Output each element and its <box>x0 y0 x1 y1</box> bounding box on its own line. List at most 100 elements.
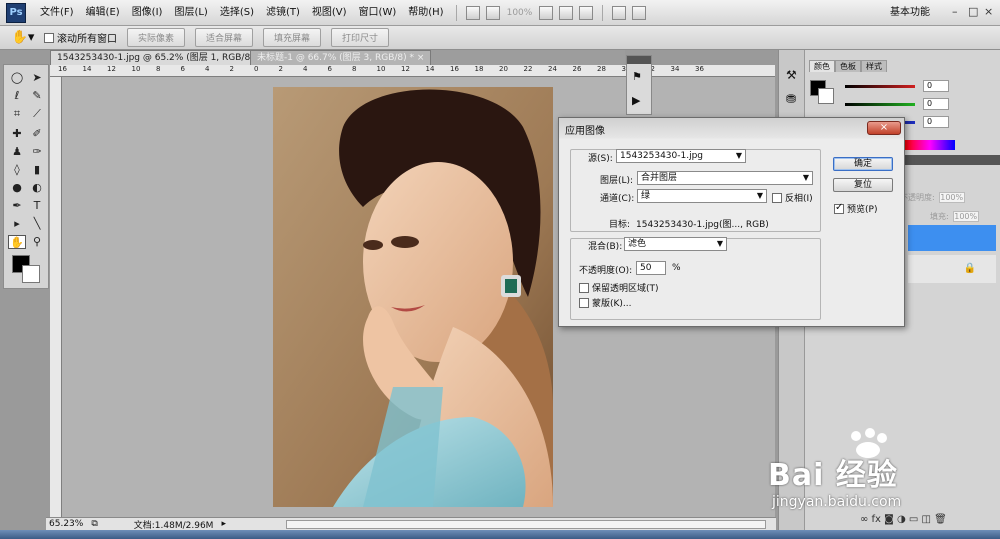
blue-value-field[interactable]: 0 <box>923 116 949 128</box>
horizontal-scrollbar[interactable] <box>286 520 766 529</box>
fill-screen-button[interactable]: 填充屏幕 <box>263 28 322 47</box>
source-select[interactable]: 1543253430-1.jpg ▼ <box>616 149 746 163</box>
actual-pixels-button[interactable]: 实际像素 <box>127 28 186 47</box>
horizontal-ruler[interactable]: 1614121086420246810121416182022242628303… <box>50 65 775 77</box>
screen-mode-icon[interactable] <box>632 5 647 20</box>
document-tab-untitled-1[interactable]: 未标题-1 @ 66.7% (图层 3, RGB/8) * × <box>250 50 432 65</box>
channel-select[interactable]: 绿 ▼ <box>637 189 767 203</box>
zoom-level-readout[interactable]: 100% <box>507 8 533 18</box>
red-track[interactable] <box>845 85 915 88</box>
clone-stamp-tool-icon[interactable]: ♟ <box>8 145 26 159</box>
mask-checkbox[interactable]: 蒙版(K)... <box>579 296 632 309</box>
history-panel-icon[interactable]: ⚑ <box>632 70 642 83</box>
fit-screen-button[interactable]: 适合屏幕 <box>195 28 254 47</box>
zoom-icon[interactable] <box>559 5 574 20</box>
document-tab-label: 1543253430-1.jpg @ 65.2% (图层 1, RGB/8#) … <box>57 53 269 63</box>
crop-tool-icon[interactable]: ⌗ <box>8 107 26 121</box>
blur-tool-icon[interactable]: ● <box>8 181 26 195</box>
ruler-number: 4 <box>303 65 308 73</box>
reset-button[interactable]: 复位 <box>833 178 893 192</box>
panel-header[interactable] <box>627 56 651 64</box>
gradient-tool-icon[interactable]: ▮ <box>28 163 46 177</box>
rotate-view-icon[interactable] <box>579 5 594 20</box>
menu-select[interactable]: 选择(S) <box>214 0 260 26</box>
checkbox-icon[interactable] <box>579 282 589 293</box>
eraser-tool-icon[interactable]: ◊ <box>8 163 26 177</box>
path-select-tool-icon[interactable]: ▸ <box>8 217 26 231</box>
tool-presets-icon[interactable]: ⚒ <box>786 68 797 82</box>
close-icon[interactable]: × <box>984 5 993 18</box>
dialog-close-button[interactable]: × <box>867 121 901 135</box>
eyedropper-tool-icon[interactable]: ⟋ <box>28 107 46 121</box>
checkbox-icon[interactable] <box>772 192 782 203</box>
hand-tool-icon[interactable]: ✋ <box>8 235 26 249</box>
background-color-swatch[interactable] <box>22 265 40 283</box>
brush-tool-icon[interactable]: ✐ <box>28 127 46 141</box>
opacity-input[interactable]: 50 <box>636 261 666 275</box>
chevron-down-icon: ▼ <box>735 151 742 160</box>
menu-window[interactable]: 窗口(W) <box>353 0 403 26</box>
type-tool-icon[interactable]: T <box>28 199 46 213</box>
status-arrow-icon[interactable]: ▸ <box>221 519 226 529</box>
actions-panel-icon[interactable]: ▶ <box>632 94 640 107</box>
dodge-tool-icon[interactable]: ◐ <box>28 181 46 195</box>
menu-layer[interactable]: 图层(L) <box>168 0 213 26</box>
hand-icon[interactable] <box>539 5 554 20</box>
preview-checkbox[interactable]: 预览(P) <box>834 202 877 215</box>
history-brush-tool-icon[interactable]: ✑ <box>28 145 46 159</box>
green-track[interactable] <box>845 103 915 106</box>
color-spectrum-bar[interactable] <box>905 140 955 150</box>
red-value-field[interactable]: 0 <box>923 80 949 92</box>
menu-view[interactable]: 视图(V) <box>306 0 353 26</box>
line-tool-icon[interactable]: ╲ <box>28 217 46 231</box>
checkbox-icon[interactable] <box>44 32 54 43</box>
document-tab-label: 未标题-1 @ 66.7% (图层 3, RGB/8) * <box>257 53 414 63</box>
red-slider[interactable]: 0 <box>835 80 995 94</box>
checkbox-icon[interactable] <box>834 202 844 214</box>
vertical-ruler[interactable] <box>50 77 62 517</box>
layer-row-selected[interactable] <box>908 225 996 251</box>
zoom-percentage[interactable]: 65.23% <box>49 519 83 529</box>
maximize-icon[interactable]: □ <box>968 5 978 18</box>
tab-styles[interactable]: 样式 <box>861 60 887 72</box>
invert-checkbox[interactable]: 反相(I) <box>772 191 813 204</box>
blending-select[interactable]: 滤色 ▼ <box>624 237 727 251</box>
healing-brush-tool-icon[interactable]: ✚ <box>8 127 26 141</box>
zoom-tool-icon[interactable]: ⚲ <box>28 235 46 249</box>
print-size-button[interactable]: 打印尺寸 <box>331 28 390 47</box>
menu-edit[interactable]: 编辑(E) <box>80 0 126 26</box>
clone-source-icon[interactable]: ⛃ <box>786 92 796 106</box>
scroll-all-windows-checkbox[interactable]: 滚动所有窗口 <box>44 30 117 45</box>
menu-help[interactable]: 帮助(H) <box>402 0 449 26</box>
layer-select[interactable]: 合并图层 ▼ <box>637 171 813 185</box>
layer-row-background[interactable]: 🔒 <box>908 255 996 283</box>
bridge-icon[interactable] <box>465 5 480 20</box>
checkbox-icon[interactable] <box>579 297 589 308</box>
menu-separator <box>455 4 457 21</box>
marquee-tool-icon[interactable]: ◯ <box>8 71 26 85</box>
pen-tool-icon[interactable]: ✒ <box>8 199 26 213</box>
arrange-documents-icon[interactable] <box>612 5 627 20</box>
green-slider[interactable]: 0 <box>835 98 995 112</box>
ok-button[interactable]: 确定 <box>833 157 893 171</box>
tab-swatches[interactable]: 色板 <box>835 60 861 72</box>
workspace-switcher[interactable]: 基本功能 <box>890 0 930 26</box>
hand-icon[interactable]: ✋▾ <box>8 28 38 48</box>
quick-select-tool-icon[interactable]: ✎ <box>28 89 46 103</box>
status-menu-icon[interactable]: ⧉ <box>91 519 97 529</box>
layers-fill-field[interactable]: 100% <box>953 211 980 222</box>
layers-opacity-field[interactable]: 100% <box>939 192 966 203</box>
preserve-transparency-checkbox[interactable]: 保留透明区域(T) <box>579 281 659 294</box>
tab-color[interactable]: 颜色 <box>809 60 835 72</box>
menu-file[interactable]: 文件(F) <box>34 0 80 26</box>
canvas-photo[interactable] <box>273 87 553 507</box>
move-tool-icon[interactable]: ➤ <box>28 71 46 85</box>
menu-filter[interactable]: 滤镜(T) <box>260 0 306 26</box>
minimize-icon[interactable]: – <box>952 5 958 18</box>
view-extras-icon[interactable] <box>485 5 500 20</box>
panel-background-swatch[interactable] <box>818 88 834 104</box>
close-icon[interactable]: × <box>417 53 425 63</box>
lasso-tool-icon[interactable]: ℓ <box>8 89 26 103</box>
menu-image[interactable]: 图像(I) <box>126 0 169 26</box>
green-value-field[interactable]: 0 <box>923 98 949 110</box>
